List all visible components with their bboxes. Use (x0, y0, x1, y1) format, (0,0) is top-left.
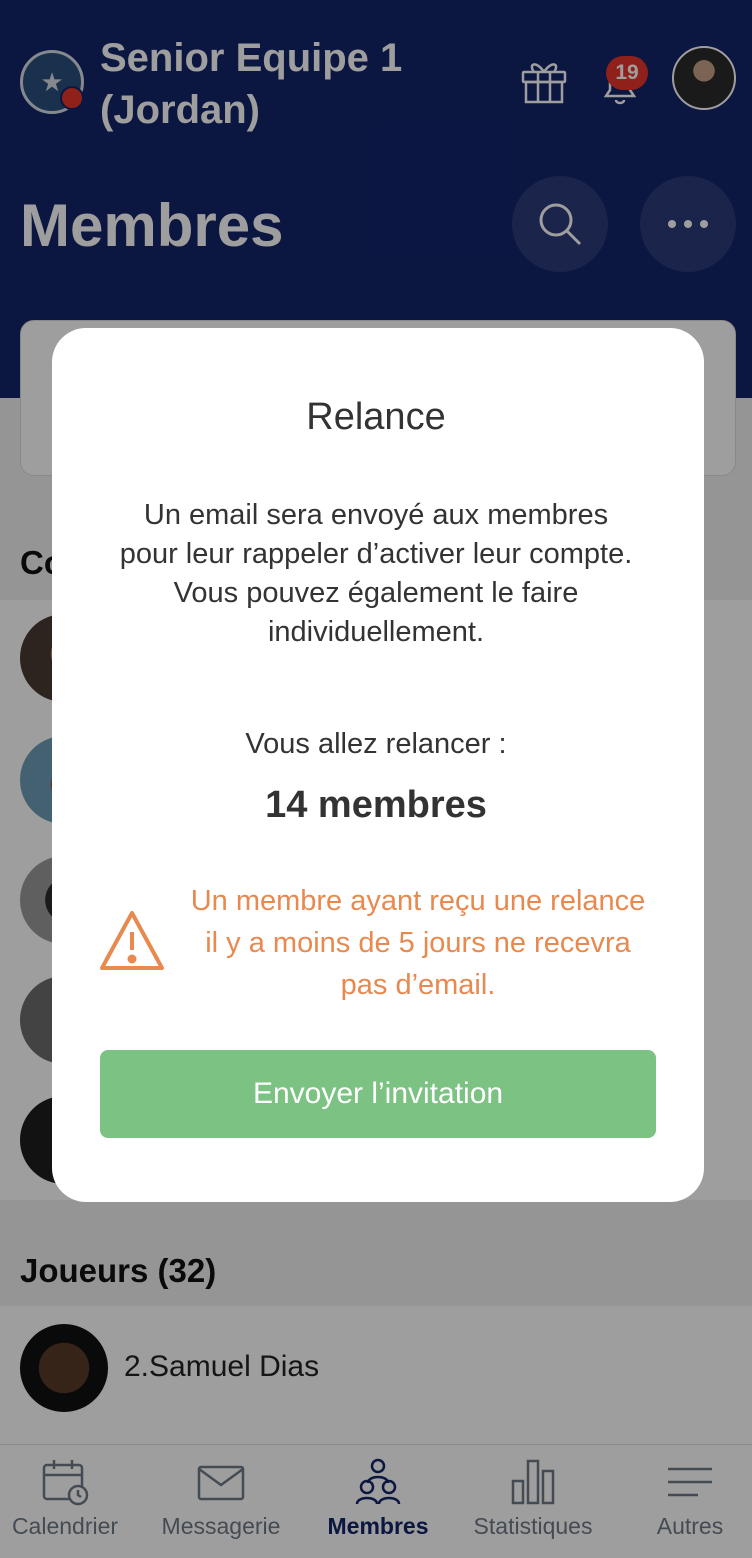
warning-message: Un membre ayant reçu une relance il y a … (190, 885, 646, 1001)
send-invitation-button[interactable]: Envoyer l’invitation (100, 1050, 656, 1138)
modal-description: Un email sera envoyé aux membres pour le… (119, 499, 633, 648)
modal-lead-text: Vous allez relancer : (245, 728, 507, 760)
warning-icon (100, 911, 164, 970)
modal-title: Relance (306, 396, 446, 438)
member-count: 14 membres (265, 784, 487, 826)
